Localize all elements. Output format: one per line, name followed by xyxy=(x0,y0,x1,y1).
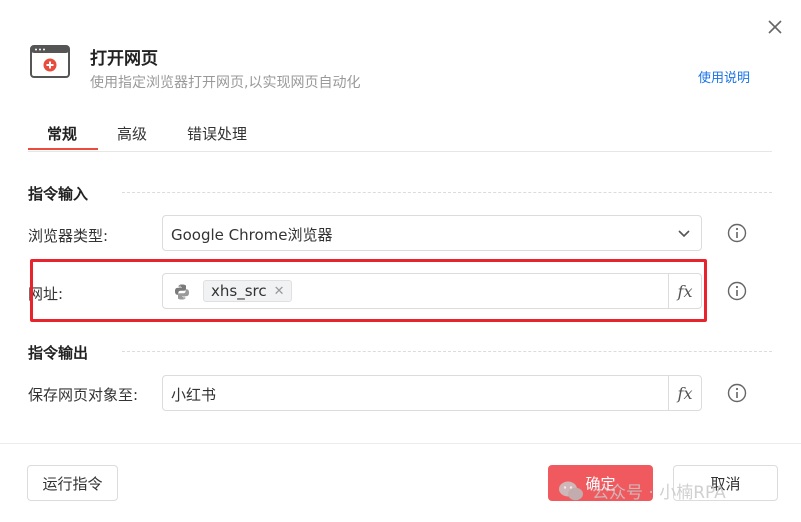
info-icon[interactable] xyxy=(727,223,747,243)
watermark-text: 公众号 · 小楠RPA xyxy=(592,483,726,503)
browser-window-icon xyxy=(30,45,70,78)
fx-expression-button[interactable]: fx xyxy=(668,376,701,410)
browser-type-select[interactable]: Google Chrome浏览器 xyxy=(162,215,702,251)
annotation-highlight-box xyxy=(30,259,707,322)
dialog-title: 打开网页 xyxy=(90,49,158,69)
tab-bar: 常规 高级 错误处理 xyxy=(28,120,772,152)
dialog-subtitle: 使用指定浏览器打开网页,以实现网页自动化 xyxy=(90,75,361,91)
active-tab-indicator xyxy=(28,148,98,150)
footer-divider xyxy=(0,443,801,444)
info-icon[interactable] xyxy=(727,281,747,301)
close-icon[interactable] xyxy=(764,16,786,38)
section-divider xyxy=(122,192,772,193)
tab-advanced[interactable]: 高级 xyxy=(117,123,147,144)
chevron-down-icon xyxy=(678,230,690,238)
browser-type-label: 浏览器类型: xyxy=(28,227,109,245)
tab-general[interactable]: 常规 xyxy=(47,123,77,144)
save-object-input[interactable]: 小红书 fx xyxy=(162,375,702,411)
section-divider xyxy=(122,351,772,352)
info-icon[interactable] xyxy=(727,383,747,403)
save-object-label: 保存网页对象至: xyxy=(28,386,139,404)
watermark: 公众号 · 小楠RPA xyxy=(558,478,726,503)
output-section-title: 指令输出 xyxy=(28,344,89,362)
save-object-value: 小红书 xyxy=(171,386,217,404)
input-section-title: 指令输入 xyxy=(28,185,89,203)
run-command-button[interactable]: 运行指令 xyxy=(27,465,118,501)
help-link[interactable]: 使用说明 xyxy=(698,67,750,86)
wechat-icon xyxy=(559,481,583,500)
open-webpage-dialog: 打开网页 使用指定浏览器打开网页,以实现网页自动化 使用说明 常规 高级 错误处… xyxy=(0,0,801,522)
tab-error-handling[interactable]: 错误处理 xyxy=(187,123,247,144)
browser-type-value: Google Chrome浏览器 xyxy=(171,226,333,244)
